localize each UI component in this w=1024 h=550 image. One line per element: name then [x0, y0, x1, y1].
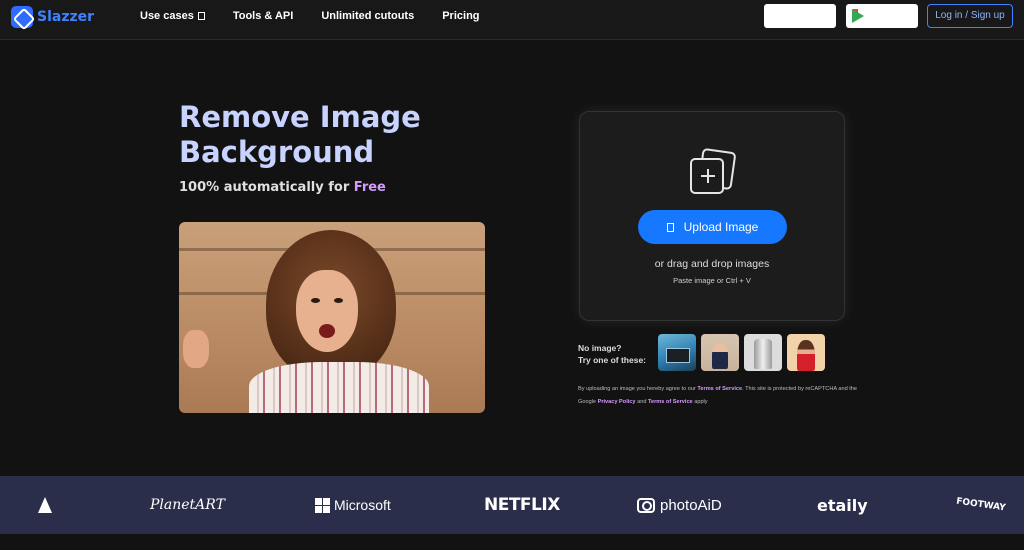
terms-notice: By uploading an image you hereby agree t…: [578, 386, 858, 405]
nav-tools-api[interactable]: Tools & API: [233, 10, 294, 22]
drag-drop-text: or drag and drop images: [654, 258, 770, 270]
header: Slazzer Use cases Tools & API Unlimited …: [0, 0, 1024, 40]
paste-hint: Paste image or Ctrl + V: [673, 276, 751, 285]
mouth: [319, 324, 335, 338]
brand-footway: FOOTWAY: [955, 496, 1007, 514]
nav-pricing[interactable]: Pricing: [442, 10, 479, 22]
slazzer-logo-icon: [11, 6, 33, 28]
upload-image-label: Upload Image: [683, 220, 759, 234]
sample-label-line2: Try one of these:: [578, 355, 647, 365]
nav-use-cases[interactable]: Use cases: [140, 10, 205, 22]
camera-icon: [637, 497, 655, 513]
hero-subtitle-text: 100% automatically for: [179, 180, 354, 195]
sample-thumb-child[interactable]: [701, 334, 739, 371]
photoaid-text: photoAiD: [660, 496, 722, 514]
page-bottom: [0, 534, 1024, 550]
dropdown-icon: [197, 12, 205, 20]
add-image-icon: [688, 147, 738, 198]
sample-thumb-laptop[interactable]: [658, 334, 696, 371]
triangle-logo-icon: [38, 497, 52, 513]
sample-thumb-shirt[interactable]: [744, 334, 782, 371]
microsoft-text: Microsoft: [334, 497, 391, 513]
app-store-badge[interactable]: [764, 4, 836, 28]
brand-logo-triangle: [38, 476, 52, 534]
eye: [334, 298, 343, 303]
brand-netflix: NETFLIX: [484, 495, 560, 515]
face: [296, 270, 358, 352]
nav-use-cases-label: Use cases: [140, 10, 194, 22]
login-signup-button[interactable]: Log in / Sign up: [927, 4, 1013, 28]
hand: [183, 330, 209, 368]
upload-icon: [666, 222, 674, 232]
hero-subtitle-highlight: Free: [353, 180, 386, 195]
microsoft-logo-icon: [315, 497, 330, 513]
sample-images-label: No image? Try one of these:: [578, 342, 646, 366]
brand-microsoft: Microsoft: [315, 476, 391, 534]
google-play-icon: [852, 9, 864, 23]
nav-unlimited-cutouts[interactable]: Unlimited cutouts: [321, 10, 414, 22]
upload-dropzone[interactable]: Upload Image or drag and drop images Pas…: [579, 111, 845, 321]
brand-photoaid: photoAiD: [637, 476, 722, 534]
eye: [311, 298, 320, 303]
brand-logos-strip: PlanetART Microsoft NETFLIX photoAiD eta…: [0, 476, 1024, 534]
shirt: [249, 362, 429, 413]
logo[interactable]: Slazzer: [11, 6, 94, 28]
sample-thumb-woman[interactable]: [787, 334, 825, 371]
upload-image-button[interactable]: Upload Image: [638, 210, 787, 244]
brand-planetart: PlanetART: [150, 497, 225, 513]
google-terms-link[interactable]: Terms of Service: [648, 399, 693, 405]
hero-title: Remove Image Background: [179, 100, 421, 169]
terms-link[interactable]: Terms of Service: [697, 386, 742, 392]
brand-etaily: etaily: [817, 495, 868, 515]
hero-subtitle: 100% automatically for Free: [179, 180, 386, 195]
sample-label-line1: No image?: [578, 343, 622, 353]
logo-text: Slazzer: [37, 9, 95, 25]
main-nav: Use cases Tools & API Unlimited cutouts …: [140, 10, 508, 22]
privacy-policy-link[interactable]: Privacy Policy: [598, 399, 636, 405]
google-play-badge[interactable]: [846, 4, 918, 28]
hero-photo: [179, 222, 485, 413]
